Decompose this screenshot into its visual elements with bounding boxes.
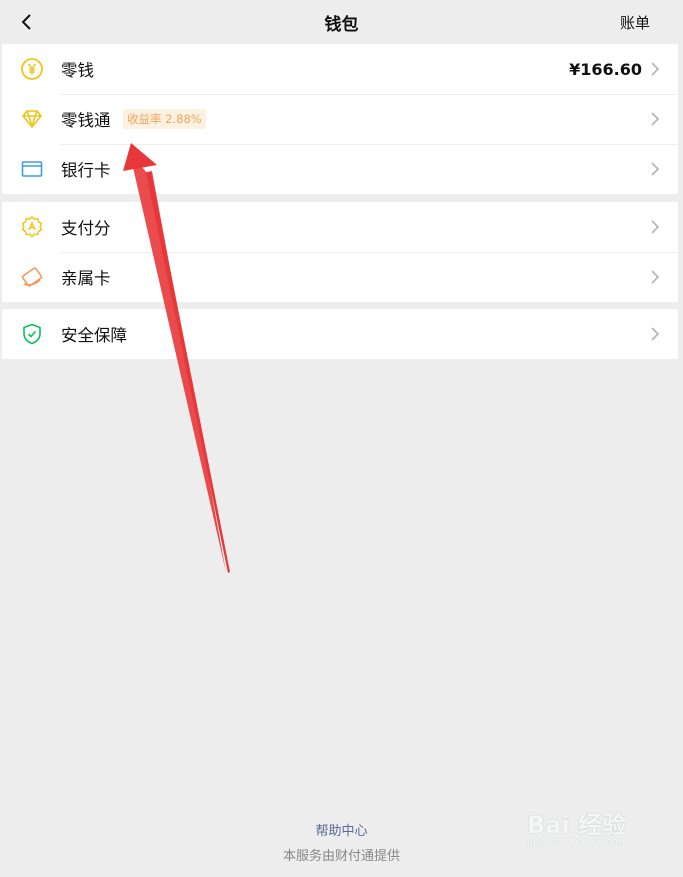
row-credit-score[interactable]: 支付分 (2, 202, 678, 252)
row-security[interactable]: 安全保障 (2, 309, 678, 359)
back-button[interactable] (12, 8, 40, 36)
chevron-right-icon (651, 327, 660, 341)
yield-badge: 收益率 2.88% (123, 109, 206, 129)
bank-card-icon (20, 157, 44, 181)
row-family-card[interactable]: 亲属卡 (2, 252, 678, 302)
row-label-family-card: 亲属卡 (61, 269, 111, 288)
credit-score-icon (20, 215, 44, 239)
row-label-credit-score: 支付分 (61, 219, 111, 238)
chevron-right-icon (651, 220, 660, 234)
wallet-group-services: 支付分 亲属卡 (2, 202, 678, 302)
shield-check-icon (20, 322, 44, 346)
coin-yen-icon (20, 57, 44, 81)
wallet-group-primary: 零钱 ¥166.60 零钱通 收益率 2.88% 银行卡 (2, 44, 678, 194)
top-navbar: 钱包 账单 (0, 0, 683, 44)
row-label-bank-card: 银行卡 (61, 161, 111, 180)
chevron-right-icon (651, 112, 660, 126)
chevron-right-icon (651, 62, 660, 76)
chevron-right-icon (651, 162, 660, 176)
page-title: 钱包 (324, 14, 359, 35)
row-label-change: 零钱 (61, 61, 94, 80)
watermark-url: jingyan.baidu.com (527, 835, 629, 848)
row-bank-card[interactable]: 银行卡 (2, 144, 678, 194)
change-balance: ¥166.60 (569, 59, 642, 79)
row-label-lqt: 零钱通 (61, 111, 111, 130)
wallet-group-security: 安全保障 (2, 309, 678, 359)
diamond-icon (20, 107, 44, 131)
baidu-watermark: Bai 经验 jingyan.baidu.com (527, 805, 647, 849)
chevron-left-icon (21, 14, 31, 30)
bill-button[interactable]: 账单 (620, 12, 650, 33)
family-card-icon (20, 265, 44, 289)
row-change[interactable]: 零钱 ¥166.60 (2, 44, 678, 94)
row-lqt[interactable]: 零钱通 收益率 2.88% (2, 94, 678, 144)
chevron-right-icon (651, 270, 660, 284)
row-label-security: 安全保障 (61, 326, 127, 345)
